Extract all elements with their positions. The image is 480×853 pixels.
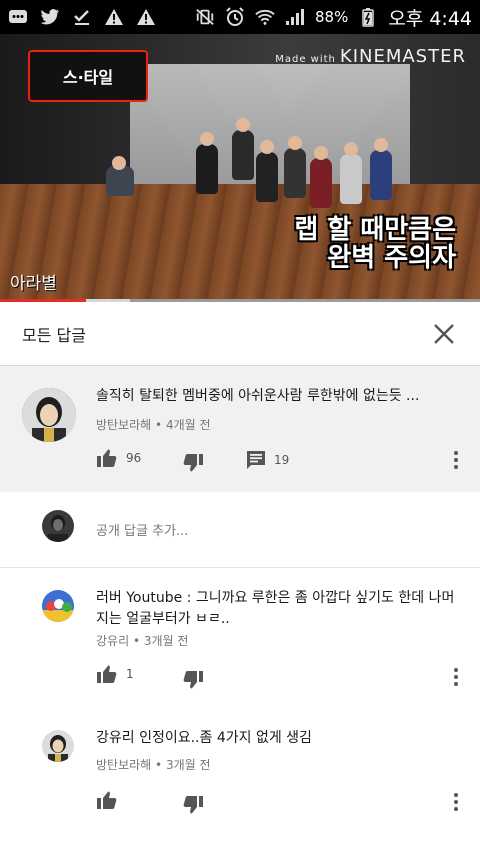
avatar xyxy=(42,510,74,542)
comment-meta: 방탄보라해 • 3개월 전 xyxy=(96,756,211,773)
comment-text: 솔직히 탈퇴한 멤버중에 아쉬운사람 루한밖에 없는듯 ... xyxy=(96,388,420,404)
comment-icon xyxy=(247,451,265,469)
caption-line-1: 랩 할 때만큼은 xyxy=(294,215,456,246)
channel-watermark: 아라별 xyxy=(10,274,57,294)
comment-time: 3개월 전 xyxy=(165,758,211,772)
thumbs-down-icon xyxy=(183,796,203,814)
add-reply-row[interactable]: 공개 답글 추가... xyxy=(0,492,480,568)
download-done-icon xyxy=(72,7,92,27)
dislike-button[interactable] xyxy=(182,453,204,473)
dislike-button[interactable] xyxy=(182,670,204,690)
avatar[interactable] xyxy=(42,590,74,622)
comment-meta: 방탄보라해 • 4개월 전 xyxy=(96,416,211,433)
more-options-icon[interactable] xyxy=(452,665,460,689)
kinemaster-watermark: Made with KINEMASTER xyxy=(275,46,466,67)
person-figure xyxy=(284,148,306,198)
like-count: 1 xyxy=(126,667,134,681)
like-count: 96 xyxy=(126,451,142,465)
thumbs-down-icon xyxy=(183,671,203,689)
comment-time: 4개월 전 xyxy=(165,418,211,432)
battery-charging-icon xyxy=(358,7,378,27)
person-head xyxy=(374,138,388,152)
show-logo: 스·타일 xyxy=(28,50,148,102)
thumbs-up-icon xyxy=(97,791,117,809)
add-reply-input[interactable]: 공개 답글 추가... xyxy=(96,520,188,539)
message-icon xyxy=(8,7,28,27)
video-caption: 랩 할 때만큼은 완벽 주의자 xyxy=(294,217,456,272)
person-head xyxy=(112,156,126,170)
warning-icon xyxy=(104,7,124,27)
person-figure xyxy=(232,130,254,180)
meta-separator: • xyxy=(155,418,166,432)
person-head xyxy=(314,146,328,160)
person-figure xyxy=(106,166,134,196)
twitter-icon xyxy=(40,7,60,27)
clock: 오후 4:44 xyxy=(388,7,472,30)
replies-header: 모든 답글 xyxy=(0,302,480,366)
video-player[interactable]: 스·타일 Made with KINEMASTER 랩 할 때만큼은 완벽 주의자… xyxy=(0,34,480,302)
thumbs-down-icon xyxy=(183,454,203,472)
person-figure xyxy=(310,158,332,208)
meta-separator: • xyxy=(155,758,166,772)
comment-author[interactable]: 방탄보라해 xyxy=(96,418,151,432)
reply-count-button[interactable]: 19 xyxy=(246,450,289,470)
watermark-brand: KINEMASTER xyxy=(339,46,466,67)
reply-count: 19 xyxy=(274,453,290,467)
meta-separator: • xyxy=(132,634,144,648)
person-head xyxy=(260,140,274,154)
person-head xyxy=(344,142,358,156)
signal-icon xyxy=(285,7,305,27)
comment-text: 강유리 인정이요..좀 4가지 없게 생김 xyxy=(96,730,312,746)
watermark-prefix: Made with xyxy=(275,54,336,65)
more-options-icon[interactable] xyxy=(452,790,460,814)
comment-author[interactable]: 강유리 xyxy=(96,634,129,648)
person-figure xyxy=(196,144,218,194)
avatar[interactable] xyxy=(22,388,76,442)
close-icon[interactable] xyxy=(430,320,458,348)
battery-percent: 88% xyxy=(314,8,349,26)
reply-item: 러버 Youtube : 그니까요 루한은 좀 아깝다 싶기도 한데 나머지는 … xyxy=(0,568,480,706)
person-figure xyxy=(256,152,278,202)
caption-line-2: 완벽 주의자 xyxy=(327,242,456,273)
vibrate-mute-icon xyxy=(195,7,215,27)
person-figure xyxy=(340,154,362,204)
comment-author[interactable]: 방탄보라해 xyxy=(96,758,151,772)
warning-icon xyxy=(136,7,156,27)
like-button[interactable] xyxy=(96,790,126,810)
person-figure xyxy=(370,150,392,200)
person-head xyxy=(200,132,214,146)
parent-comment: 솔직히 탈퇴한 멤버중에 아쉬운사람 루한밖에 없는듯 ... 방탄보라해 • … xyxy=(0,366,480,492)
thumbs-up-icon xyxy=(97,449,117,467)
replies-title: 모든 답글 xyxy=(22,325,86,345)
dislike-button[interactable] xyxy=(182,795,204,815)
person-head xyxy=(236,118,250,132)
thumbs-up-icon xyxy=(97,665,117,683)
more-options-icon[interactable] xyxy=(452,448,460,472)
comment-meta: 강유리 • 3개월 전 xyxy=(96,632,188,649)
comment-time: 3개월 전 xyxy=(143,634,189,648)
status-bar: 88% 오후 4:44 xyxy=(0,0,480,34)
like-button[interactable]: 96 xyxy=(96,448,141,468)
alarm-icon xyxy=(225,7,245,27)
comment-text: 러버 Youtube : 그니까요 루한은 좀 아깝다 싶기도 한데 나머지는 … xyxy=(96,590,455,627)
like-button[interactable]: 1 xyxy=(96,664,134,684)
wifi-icon xyxy=(255,7,275,27)
avatar[interactable] xyxy=(42,730,74,762)
reply-item: 강유리 인정이요..좀 4가지 없게 생김 방탄보라해 • 3개월 전 xyxy=(0,706,480,853)
person-head xyxy=(288,136,302,150)
